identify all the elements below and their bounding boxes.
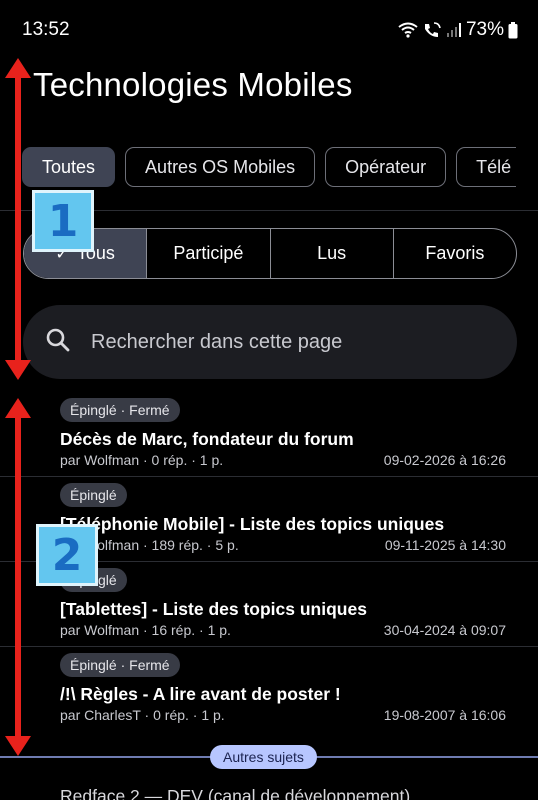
- topic-title: [Tablettes] - Liste des topics uniques: [60, 599, 367, 619]
- annotation-arrow-1-head-bottom: [5, 360, 31, 380]
- topic-date: 19-08-2007 à 16:06: [383, 707, 506, 723]
- status-badge: Épinglé · Fermé: [60, 398, 180, 422]
- status-bar: 13:52 73%: [0, 0, 538, 60]
- topic-date: 09-11-2025 à 14:30: [384, 537, 506, 553]
- filter-segmented-control: ✓ Tous Participé Lus Favoris: [23, 228, 517, 279]
- status-time: 13:52: [22, 19, 70, 40]
- search-icon: [45, 327, 71, 358]
- annotation-label-2: 2: [36, 524, 98, 586]
- status-badge: Épinglé: [60, 483, 127, 507]
- topic-title[interactable]: Redface 2 — DEV (canal de développement): [60, 786, 410, 800]
- search-input[interactable]: Rechercher dans cette page: [23, 305, 517, 379]
- annotation-arrow-1-head-top: [5, 58, 31, 78]
- wifi-icon: [398, 21, 418, 39]
- annotation-arrow-2: [15, 414, 21, 740]
- filter-lus[interactable]: Lus: [269, 229, 393, 278]
- battery-icon: [508, 21, 518, 39]
- topic-meta: par Wolfman · 16 rép. · 1 p.: [60, 622, 231, 638]
- status-icons: 73%: [398, 19, 518, 41]
- topic-title: [Téléphonie Mobile] - Liste des topics u…: [60, 514, 445, 534]
- status-badge: Épinglé · Fermé: [60, 653, 180, 677]
- chip-autres-os-mobiles[interactable]: Autres OS Mobiles: [125, 147, 316, 187]
- category-chips: Toutes Autres OS Mobiles Opérateur Télé: [22, 147, 516, 189]
- topic-meta: par CharlesT · 0 rép. · 1 p.: [60, 707, 225, 723]
- chip-toutes[interactable]: Toutes: [22, 147, 116, 187]
- filter-participe[interactable]: Participé: [146, 229, 269, 278]
- topic-date: 09-02-2026 à 16:26: [383, 452, 506, 468]
- battery-percent: 73%: [465, 19, 504, 40]
- annotation-arrow-2-head-top: [5, 398, 31, 418]
- chip-tele[interactable]: Télé: [456, 147, 516, 187]
- topic-title: Décès de Marc, fondateur du forum: [60, 429, 354, 449]
- page-title: Technologies Mobiles: [33, 66, 353, 103]
- annotation-label-1: 1: [32, 190, 94, 252]
- topic-date: 30-04-2024 à 09:07: [383, 622, 506, 638]
- topic-title: /!\ Règles - A lire avant de poster !: [60, 684, 341, 704]
- filter-favoris[interactable]: Favoris: [392, 229, 516, 278]
- topic-meta: par Wolfman · 0 rép. · 1 p.: [60, 452, 224, 468]
- list-item[interactable]: Épinglé · Fermé Décès de Marc, fondateur…: [0, 392, 538, 477]
- chip-operateur[interactable]: Opérateur: [325, 147, 447, 187]
- annotation-arrow-2-head-bottom: [5, 736, 31, 756]
- signal-icon: [446, 22, 462, 38]
- other-topics-label: Autres sujets: [210, 745, 317, 769]
- list-item[interactable]: Épinglé · Fermé /!\ Règles - A lire avan…: [0, 647, 538, 732]
- annotation-arrow-1: [15, 74, 21, 364]
- search-placeholder: Rechercher dans cette page: [91, 330, 343, 353]
- wifi-calling-icon: [422, 21, 442, 39]
